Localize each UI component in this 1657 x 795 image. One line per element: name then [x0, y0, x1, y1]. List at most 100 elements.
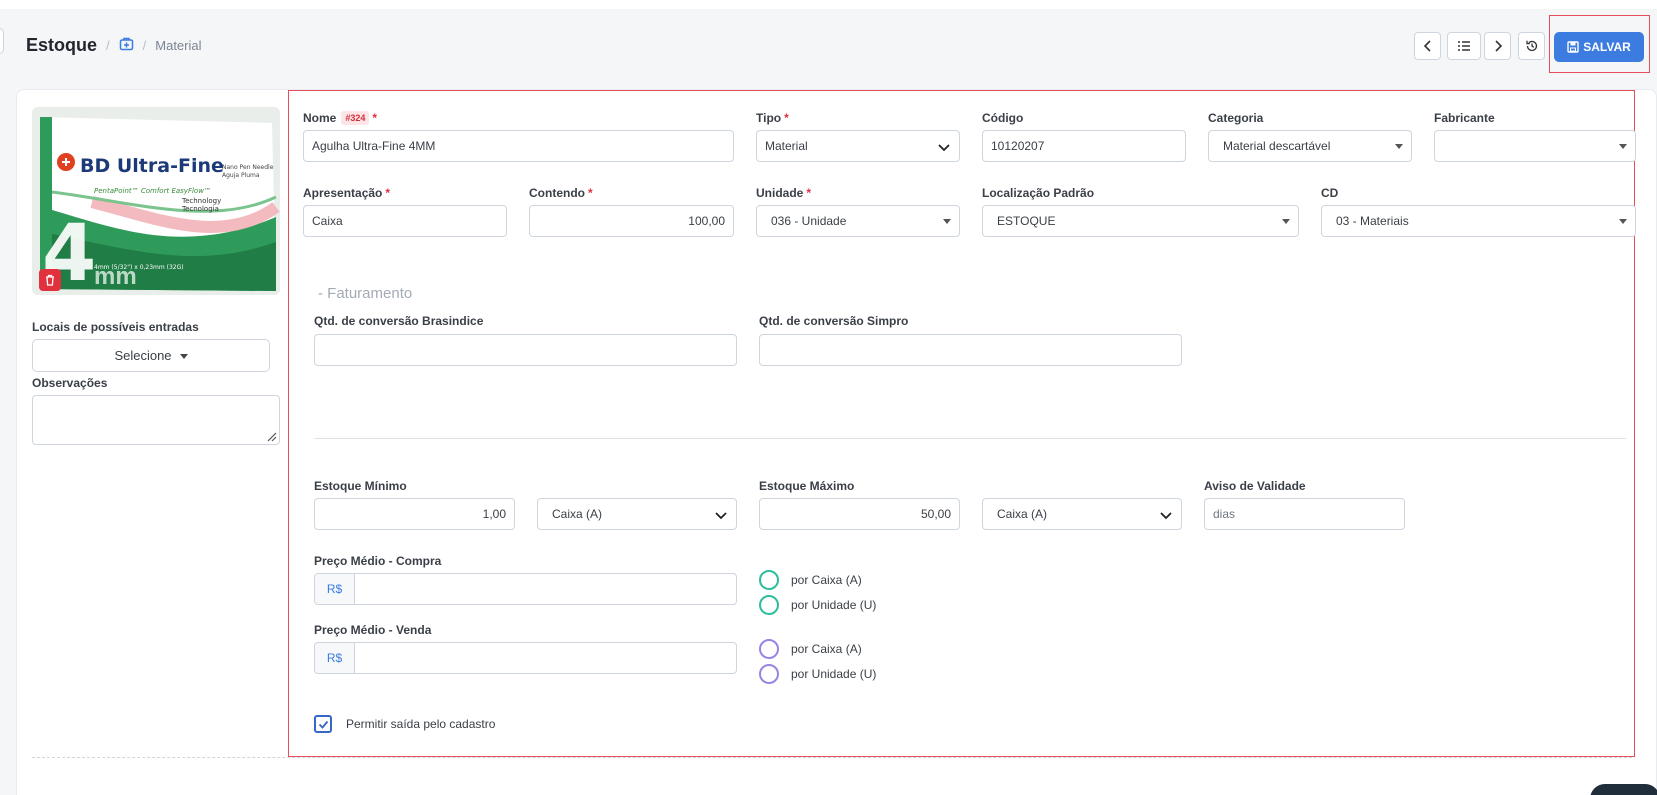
observacoes-textarea[interactable] — [32, 395, 280, 445]
localizacao-value: ESTOQUE — [997, 214, 1056, 228]
categoria-select[interactable]: Material descartável — [1208, 130, 1412, 162]
product-image[interactable]: Nano Pen Needle Aguja Pluma Technology T… — [32, 107, 280, 295]
radio-label: por Caixa (A) — [791, 642, 862, 656]
permitir-saida-label[interactable]: Permitir saída pelo cadastro — [346, 717, 495, 731]
list-button[interactable] — [1447, 32, 1481, 60]
estoque-max-input[interactable]: 50,00 — [759, 498, 960, 530]
next-button[interactable] — [1484, 32, 1511, 60]
history-icon — [1525, 40, 1537, 52]
compra-por-caixa-radio[interactable]: por Caixa (A) — [759, 570, 862, 590]
locais-label: Locais de possíveis entradas — [32, 320, 199, 334]
breadcrumb-separator: / — [142, 38, 147, 53]
compra-por-unidade-radio[interactable]: por Unidade (U) — [759, 595, 876, 615]
required-mark: * — [385, 186, 391, 200]
tipo-label: Tipo * — [756, 111, 789, 125]
contendo-input[interactable]: 100,00 — [529, 205, 734, 237]
aviso-validade-input[interactable]: dias — [1204, 498, 1405, 530]
breadcrumb-separator: / — [106, 38, 110, 53]
tipo-select[interactable]: Material — [756, 130, 960, 162]
svg-text:PentaPoint™ Comfort EasyFlow™: PentaPoint™ Comfort EasyFlow™ — [94, 187, 211, 195]
caret-down-icon — [179, 354, 188, 359]
chevron-down-icon — [715, 512, 727, 520]
apresentacao-label: Apresentação * — [303, 186, 390, 200]
svg-text:Tecnologia: Tecnologia — [181, 205, 219, 213]
fabricante-select[interactable] — [1434, 130, 1636, 162]
caret-down-icon — [943, 219, 951, 224]
preco-venda-label: Preço Médio - Venda — [314, 623, 432, 637]
sidebar-toggle[interactable] — [0, 28, 4, 54]
unidade-label: Unidade * — [756, 186, 811, 200]
nome-label: Nome #324 * — [303, 111, 377, 125]
nome-label-text: Nome — [303, 111, 337, 125]
checkmark-icon — [318, 720, 328, 729]
id-badge: #324 — [341, 111, 370, 125]
svg-text:Technology: Technology — [181, 197, 221, 205]
brasindice-input[interactable] — [314, 334, 737, 366]
delete-image-button[interactable] — [39, 269, 61, 291]
top-strip — [0, 0, 1657, 9]
box-add-icon[interactable] — [119, 37, 134, 54]
tipo-label-text: Tipo — [756, 111, 782, 125]
list-icon — [1458, 41, 1470, 51]
estoque-max-label: Estoque Máximo — [759, 479, 855, 493]
breadcrumb-current: Material — [155, 38, 202, 53]
estoque-min-input[interactable]: 1,00 — [314, 498, 515, 530]
dashed-divider — [32, 757, 1632, 758]
estoque-min-label: Estoque Mínimo — [314, 479, 407, 493]
venda-por-unidade-radio[interactable]: por Unidade (U) — [759, 664, 876, 684]
save-button[interactable]: SALVAR — [1554, 32, 1644, 62]
radio-circle-icon — [759, 664, 779, 684]
categoria-value: Material descartável — [1223, 139, 1331, 153]
radio-circle-icon — [759, 570, 779, 590]
resize-grip-icon[interactable] — [267, 432, 277, 442]
estoque-max-unit-value: Caixa (A) — [997, 507, 1048, 521]
tipo-value: Material — [765, 139, 808, 153]
required-mark: * — [588, 186, 593, 200]
caret-down-icon — [1619, 219, 1627, 224]
estoque-min-unit-value: Caixa (A) — [552, 507, 603, 521]
unidade-label-text: Unidade — [756, 186, 804, 200]
preco-compra-label: Preço Médio - Compra — [314, 554, 442, 568]
radio-label: por Caixa (A) — [791, 573, 862, 587]
contendo-label: Contendo * — [529, 186, 593, 200]
page-title[interactable]: Estoque — [26, 35, 97, 56]
chat-button[interactable] — [1590, 784, 1657, 795]
unidade-select[interactable]: 036 - Unidade — [756, 205, 960, 237]
contendo-label-text: Contendo — [529, 186, 585, 200]
estoque-min-unit-select[interactable]: Caixa (A) — [537, 498, 737, 530]
product-brand: BD Ultra-Fine — [80, 155, 224, 177]
apresentacao-label-text: Apresentação — [303, 186, 383, 200]
history-button[interactable] — [1518, 32, 1545, 60]
svg-text:Nano Pen Needle: Nano Pen Needle — [222, 164, 274, 171]
estoque-max-unit-select[interactable]: Caixa (A) — [982, 498, 1182, 530]
divider — [314, 438, 1626, 439]
simpro-label: Qtd. de conversão Simpro — [759, 314, 909, 328]
apresentacao-input[interactable]: Caixa — [303, 205, 507, 237]
localizacao-label: Localização Padrão — [982, 186, 1095, 200]
locais-select[interactable]: Selecione — [32, 339, 270, 372]
cd-label: CD — [1321, 186, 1339, 200]
cd-select[interactable]: 03 - Materiais — [1321, 205, 1636, 237]
observacoes-label: Observações — [32, 376, 108, 390]
radio-circle-icon — [759, 595, 779, 615]
floppy-icon — [1567, 41, 1579, 53]
venda-por-caixa-radio[interactable]: por Caixa (A) — [759, 639, 862, 659]
breadcrumb: Estoque / / Material — [26, 35, 202, 56]
trash-icon — [46, 274, 54, 286]
faturamento-section-title[interactable]: - Faturamento — [318, 285, 412, 302]
categoria-label: Categoria — [1208, 111, 1264, 125]
chevron-right-icon — [1494, 40, 1502, 52]
preco-compra-input[interactable]: R$ — [314, 573, 737, 605]
localizacao-select[interactable]: ESTOQUE — [982, 205, 1299, 237]
save-label: SALVAR — [1583, 40, 1631, 54]
permitir-saida-checkbox[interactable] — [314, 715, 332, 733]
product-unit: mm — [94, 263, 137, 290]
nome-input[interactable]: Agulha Ultra-Fine 4MM — [303, 130, 734, 162]
required-mark: * — [784, 111, 789, 125]
previous-button[interactable] — [1414, 32, 1441, 60]
radio-circle-icon — [759, 639, 779, 659]
simpro-input[interactable] — [759, 334, 1182, 366]
preco-venda-input[interactable]: R$ — [314, 642, 737, 674]
codigo-input[interactable]: 10120207 — [982, 130, 1186, 162]
caret-down-icon — [1395, 144, 1403, 149]
